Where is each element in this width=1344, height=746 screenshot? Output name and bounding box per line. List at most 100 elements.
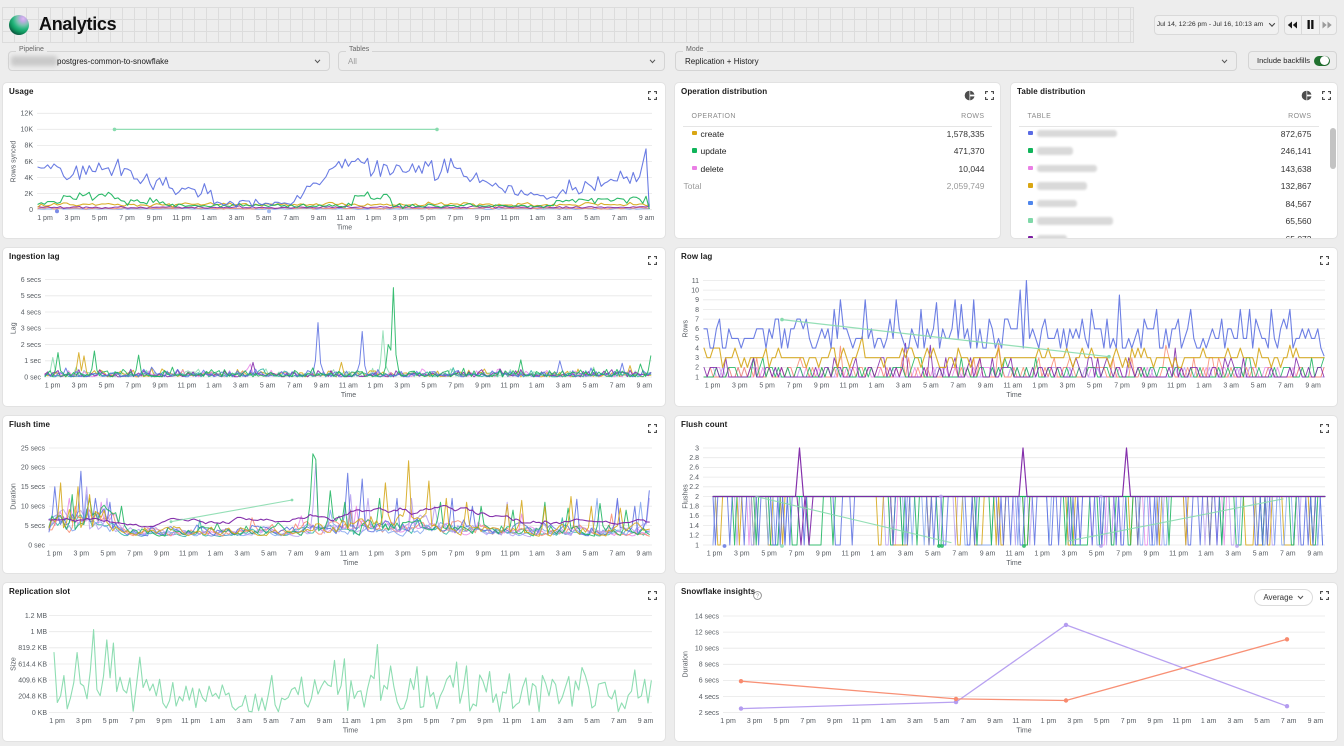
svg-text:5 pm: 5 pm [1094,718,1110,725]
svg-text:15 secs: 15 secs [21,484,46,491]
svg-text:8K: 8K [24,143,33,150]
svg-text:1 am: 1 am [208,551,224,558]
svg-text:1.6: 1.6 [689,513,699,520]
svg-text:10 secs: 10 secs [21,504,46,511]
svg-text:Time: Time [343,560,358,567]
svg-text:1 am: 1 am [1201,718,1217,725]
svg-text:9 am: 9 am [639,215,655,222]
svg-text:3 pm: 3 pm [1062,551,1078,558]
svg-text:2: 2 [695,365,699,372]
svg-text:7 pm: 7 pm [447,215,463,222]
svg-text:5 am: 5 am [263,718,279,725]
svg-text:2.4: 2.4 [689,474,699,481]
svg-text:11 am: 11 am [1003,383,1022,390]
svg-text:3 am: 3 am [557,718,573,725]
svg-text:9 am: 9 am [317,718,333,725]
svg-text:9 pm: 9 pm [475,383,491,390]
svg-text:4K: 4K [24,175,33,182]
svg-text:7 am: 7 am [287,383,303,390]
svg-text:204.8 KB: 204.8 KB [18,694,47,701]
svg-text:9 pm: 9 pm [816,551,832,558]
svg-text:11 pm: 11 pm [1172,718,1191,725]
svg-text:9 pm: 9 pm [814,383,830,390]
svg-text:1.4: 1.4 [689,523,699,530]
svg-text:3 am: 3 am [1225,551,1241,558]
svg-text:7 am: 7 am [961,718,977,725]
svg-text:1.2: 1.2 [689,533,699,540]
svg-text:5 secs: 5 secs [25,523,46,530]
svg-text:1 am: 1 am [529,383,545,390]
svg-text:14 secs: 14 secs [695,613,720,620]
svg-text:9 pm: 9 pm [475,215,491,222]
svg-text:3 am: 3 am [898,551,914,558]
svg-text:3 pm: 3 pm [65,215,81,222]
svg-text:5: 5 [695,336,699,343]
svg-text:6K: 6K [24,159,33,166]
svg-text:11 pm: 11 pm [172,215,191,222]
svg-text:1 MB: 1 MB [31,629,48,636]
svg-text:5 am: 5 am [584,215,600,222]
svg-text:5 am: 5 am [583,551,599,558]
svg-text:2 secs: 2 secs [21,342,42,349]
svg-text:3 am: 3 am [556,383,572,390]
svg-text:7 am: 7 am [610,551,626,558]
svg-text:9 am: 9 am [1305,383,1321,390]
svg-text:1 pm: 1 pm [1034,551,1050,558]
svg-text:7 pm: 7 pm [449,551,465,558]
svg-text:Lag: Lag [11,322,18,334]
svg-text:9 am: 9 am [315,551,331,558]
svg-text:7 am: 7 am [1281,718,1297,725]
svg-text:1 sec: 1 sec [24,358,41,365]
svg-text:10 secs: 10 secs [695,646,720,653]
svg-text:Rows: Rows [683,320,690,338]
svg-text:9 pm: 9 pm [154,551,170,558]
svg-text:9 am: 9 am [978,383,994,390]
svg-text:3 am: 3 am [557,215,573,222]
svg-text:6 secs: 6 secs [699,678,720,685]
svg-text:7 am: 7 am [1278,383,1294,390]
svg-text:3 am: 3 am [556,551,572,558]
svg-text:5 pm: 5 pm [774,718,790,725]
svg-text:1 pm: 1 pm [365,215,381,222]
svg-text:9 pm: 9 pm [1142,383,1158,390]
svg-text:5 am: 5 am [923,383,939,390]
svg-text:1: 1 [695,374,699,381]
svg-text:409.6 KB: 409.6 KB [18,678,47,685]
svg-text:11 pm: 11 pm [500,215,519,222]
svg-text:9 pm: 9 pm [156,718,172,725]
svg-text:Time: Time [1006,560,1021,567]
svg-text:3 pm: 3 pm [1060,383,1076,390]
svg-text:1 pm: 1 pm [1041,718,1057,725]
svg-text:7 pm: 7 pm [1116,551,1132,558]
svg-text:3 pm: 3 pm [72,383,88,390]
svg-text:9: 9 [695,297,699,304]
svg-text:3 am: 3 am [1228,718,1244,725]
svg-text:8 secs: 8 secs [699,662,720,669]
svg-text:3 pm: 3 pm [393,215,409,222]
svg-text:1: 1 [695,542,699,549]
svg-text:11 pm: 11 pm [840,383,859,390]
svg-text:4 secs: 4 secs [699,694,720,701]
svg-text:Size: Size [11,657,18,671]
svg-text:4 secs: 4 secs [21,309,42,316]
svg-text:5 am: 5 am [1254,718,1270,725]
svg-text:1.8: 1.8 [689,504,699,511]
svg-text:2 secs: 2 secs [699,710,720,717]
svg-text:1 pm: 1 pm [720,718,736,725]
svg-text:7 pm: 7 pm [129,718,145,725]
svg-text:25 secs: 25 secs [21,445,46,452]
svg-text:11 am: 11 am [1005,551,1024,558]
svg-text:1 am: 1 am [871,551,887,558]
svg-text:5 pm: 5 pm [1087,383,1103,390]
svg-text:7 pm: 7 pm [448,383,464,390]
svg-text:11 pm: 11 pm [500,383,519,390]
svg-text:12K: 12K [21,111,34,118]
svg-text:2.6: 2.6 [689,465,699,472]
svg-text:9 am: 9 am [980,551,996,558]
svg-text:7 am: 7 am [952,551,968,558]
svg-text:614.4 KB: 614.4 KB [18,661,47,668]
svg-text:1 am: 1 am [529,551,545,558]
svg-text:9 pm: 9 pm [476,551,492,558]
svg-text:7 am: 7 am [290,718,306,725]
svg-text:5 pm: 5 pm [422,551,438,558]
